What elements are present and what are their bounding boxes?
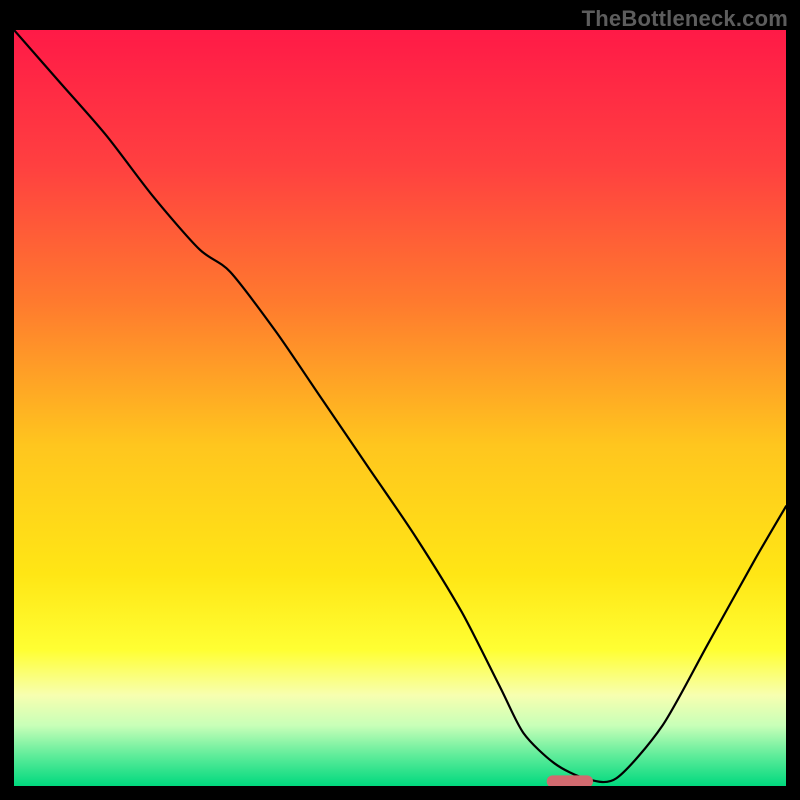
plot-inner [14,30,786,786]
plot-area [14,30,786,786]
watermark-text: TheBottleneck.com [582,6,788,32]
optimal-marker [547,775,593,786]
chart-frame: TheBottleneck.com [0,0,800,800]
gradient-background [14,30,786,786]
chart-svg [14,30,786,786]
